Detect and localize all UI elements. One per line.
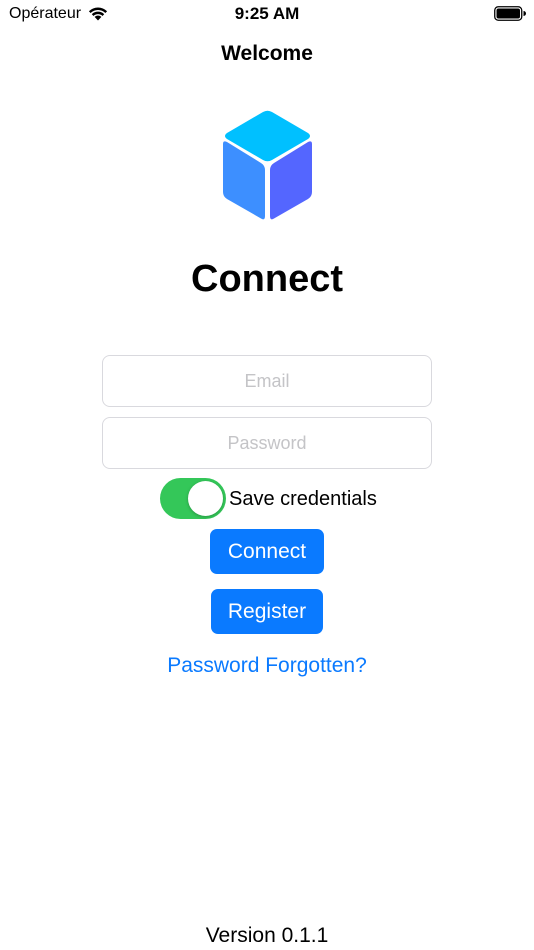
status-time: 9:25 AM xyxy=(234,4,300,23)
password-forgotten-link[interactable]: Password Forgotten? xyxy=(0,654,534,678)
cube-logo-icon xyxy=(223,110,312,220)
save-credentials-toggle[interactable] xyxy=(160,478,226,519)
password-field[interactable] xyxy=(102,417,432,469)
version-label: Version 0.1.1 xyxy=(205,924,329,947)
nav-title: Welcome xyxy=(221,42,313,65)
login-screen: Opérateur 9:25 AM Welcome Connect Save c… xyxy=(0,0,534,950)
status-bar: Opérateur 9:25 AM xyxy=(0,0,534,28)
register-button[interactable]: Register xyxy=(211,589,323,634)
toggle-knob xyxy=(188,481,223,516)
battery-full-icon xyxy=(494,6,526,21)
page-headline: Connect xyxy=(191,258,343,300)
email-field[interactable] xyxy=(102,355,432,407)
connect-button[interactable]: Connect xyxy=(210,529,324,574)
save-credentials-label: Save credentials xyxy=(229,488,377,510)
